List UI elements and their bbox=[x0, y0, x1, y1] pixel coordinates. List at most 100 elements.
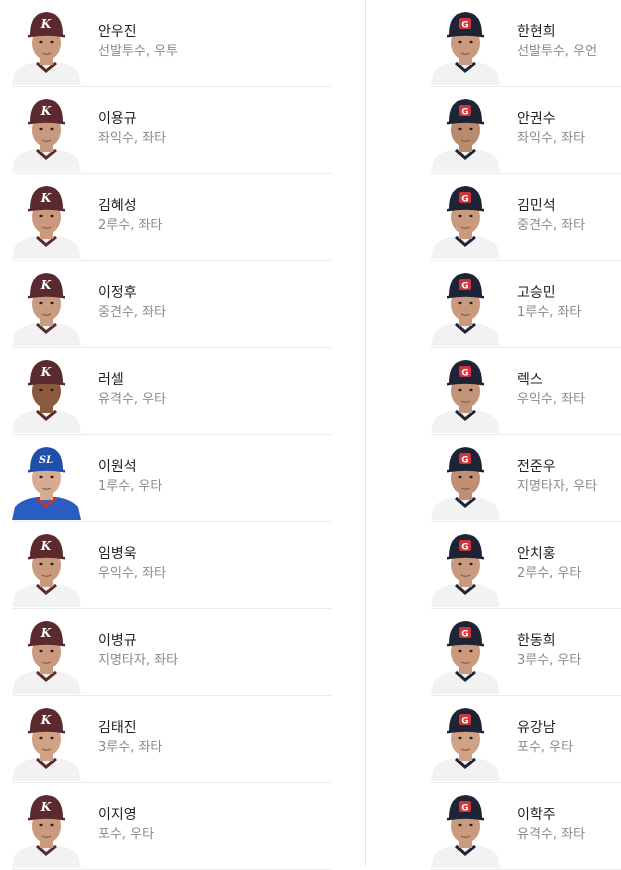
player-row[interactable]: K 러셀유격수, 우타 bbox=[12, 348, 332, 435]
svg-text:K: K bbox=[40, 365, 52, 379]
player-row[interactable]: K 이지영포수, 우타 bbox=[12, 783, 332, 870]
player-position: 지명타자, 우타 bbox=[517, 479, 598, 494]
player-row[interactable]: G 고승민 1루수, 좌타 bbox=[431, 261, 621, 348]
player-position: 선발투수, 우투 bbox=[98, 44, 179, 59]
player-name[interactable]: 이용규 bbox=[98, 111, 166, 128]
player-photo[interactable]: G bbox=[431, 95, 500, 172]
player-position: 1루수, 우타 bbox=[98, 479, 163, 494]
player-row[interactable]: K 이병규지명타자, 좌타 bbox=[12, 609, 332, 696]
player-row[interactable]: K 임병욱우익수, 좌타 bbox=[12, 522, 332, 609]
player-name[interactable]: 렉스 bbox=[517, 372, 585, 389]
player-name[interactable]: 이학주 bbox=[517, 807, 585, 824]
player-row[interactable]: G 한현희선발투수, 우언 bbox=[431, 0, 621, 87]
player-position: 포수, 우타 bbox=[98, 827, 155, 842]
player-photo[interactable]: G bbox=[431, 530, 500, 607]
player-name[interactable]: 이지영 bbox=[98, 807, 154, 824]
player-row[interactable]: G 렉스우익수, 좌타 bbox=[431, 348, 621, 435]
svg-text:G: G bbox=[461, 108, 468, 118]
player-position: 3루수, 좌타 bbox=[98, 740, 163, 755]
player-photo[interactable]: G bbox=[431, 182, 500, 259]
player-position: 2루수, 우타 bbox=[517, 566, 582, 581]
player-name[interactable]: 한동희 bbox=[517, 633, 581, 650]
player-photo[interactable]: K bbox=[12, 791, 81, 868]
player-position: 지명타자, 좌타 bbox=[98, 653, 179, 668]
player-position: 우익수, 좌타 bbox=[517, 392, 586, 407]
player-photo[interactable]: G bbox=[431, 617, 500, 694]
player-photo[interactable]: SL bbox=[12, 443, 81, 520]
player-name[interactable]: 유강남 bbox=[517, 720, 573, 737]
player-row[interactable]: K 김혜성 2루수, 좌타 bbox=[12, 174, 332, 261]
player-row[interactable]: G 김민석중견수, 좌타 bbox=[431, 174, 621, 261]
player-photo[interactable]: G bbox=[431, 791, 500, 868]
player-position: 유격수, 우타 bbox=[98, 392, 167, 407]
player-photo[interactable]: K bbox=[12, 269, 81, 346]
svg-text:G: G bbox=[461, 195, 468, 205]
svg-text:G: G bbox=[461, 369, 468, 379]
column-divider bbox=[365, 0, 366, 866]
player-name[interactable]: 안우진 bbox=[98, 24, 178, 41]
svg-text:K: K bbox=[40, 191, 52, 205]
player-name[interactable]: 이병규 bbox=[98, 633, 178, 650]
player-photo[interactable]: K bbox=[12, 8, 81, 85]
player-photo[interactable]: G bbox=[431, 704, 500, 781]
player-row[interactable]: G 한동희 3루수, 우타 bbox=[431, 609, 621, 696]
svg-text:K: K bbox=[40, 17, 52, 31]
player-photo[interactable]: K bbox=[12, 704, 81, 781]
player-position: 좌익수, 좌타 bbox=[517, 131, 586, 146]
player-row[interactable]: K 김태진 3루수, 좌타 bbox=[12, 696, 332, 783]
player-position: 1루수, 좌타 bbox=[517, 305, 582, 320]
svg-text:G: G bbox=[461, 282, 468, 292]
player-row[interactable]: G 이학주유격수, 좌타 bbox=[431, 783, 621, 870]
svg-text:K: K bbox=[40, 800, 52, 814]
player-photo[interactable]: K bbox=[12, 182, 81, 259]
player-name[interactable]: 한현희 bbox=[517, 24, 597, 41]
player-row[interactable]: K 이정후중견수, 좌타 bbox=[12, 261, 332, 348]
player-position: 우익수, 좌타 bbox=[98, 566, 167, 581]
player-row[interactable]: K 안우진선발투수, 우투 bbox=[12, 0, 332, 87]
player-name[interactable]: 러셀 bbox=[98, 372, 166, 389]
player-name[interactable]: 안권수 bbox=[517, 111, 585, 128]
away-lineup-list: G 한현희선발투수, 우언 G 안권수좌익수, 좌타 G 김민석중견수, 좌타 G 고승… bbox=[431, 0, 621, 870]
player-photo[interactable]: G bbox=[431, 8, 500, 85]
player-name[interactable]: 김혜성 bbox=[98, 198, 162, 215]
player-position: 유격수, 좌타 bbox=[517, 827, 586, 842]
player-row[interactable]: G 안치홍 2루수, 우타 bbox=[431, 522, 621, 609]
player-row[interactable]: G 전준우지명타자, 우타 bbox=[431, 435, 621, 522]
player-position: 2루수, 좌타 bbox=[98, 218, 163, 233]
svg-text:G: G bbox=[461, 456, 468, 466]
player-position: 선발투수, 우언 bbox=[517, 44, 598, 59]
player-name[interactable]: 고승민 bbox=[517, 285, 581, 302]
player-position: 3루수, 우타 bbox=[517, 653, 582, 668]
player-name[interactable]: 임병욱 bbox=[98, 546, 166, 563]
home-lineup-list: K 안우진 선발투수, 우투 K 이용규 좌익수, 좌타 K 김혜성 2루수, 좌타 K 이정… bbox=[12, 0, 332, 870]
player-photo[interactable]: G bbox=[431, 356, 500, 433]
player-name[interactable]: 안치홍 bbox=[517, 546, 581, 563]
player-row[interactable]: G 안권수좌익수, 좌타 bbox=[431, 87, 621, 174]
svg-text:G: G bbox=[461, 21, 468, 31]
svg-text:K: K bbox=[40, 539, 52, 553]
player-row[interactable]: K 이용규 좌익수, 좌타 bbox=[12, 87, 332, 174]
player-position: 중견수, 좌타 bbox=[98, 305, 167, 320]
svg-text:G: G bbox=[461, 630, 468, 640]
svg-text:K: K bbox=[40, 278, 52, 292]
player-photo[interactable]: K bbox=[12, 617, 81, 694]
player-name[interactable]: 이원석 bbox=[98, 459, 162, 476]
player-photo[interactable]: K bbox=[12, 356, 81, 433]
player-row[interactable]: SL 이원석 1루수, 우타 bbox=[12, 435, 332, 522]
player-name[interactable]: 이정후 bbox=[98, 285, 166, 302]
svg-text:G: G bbox=[461, 804, 468, 814]
svg-text:G: G bbox=[461, 543, 468, 553]
player-photo[interactable]: G bbox=[431, 269, 500, 346]
player-position: 중견수, 좌타 bbox=[517, 218, 586, 233]
player-name[interactable]: 전준우 bbox=[517, 459, 597, 476]
player-row[interactable]: G 유강남포수, 우타 bbox=[431, 696, 621, 783]
player-position: 포수, 우타 bbox=[517, 740, 574, 755]
svg-text:K: K bbox=[40, 713, 52, 727]
player-name[interactable]: 김민석 bbox=[517, 198, 585, 215]
svg-text:K: K bbox=[40, 104, 52, 118]
player-photo[interactable]: K bbox=[12, 95, 81, 172]
player-photo[interactable]: K bbox=[12, 530, 81, 607]
player-photo[interactable]: G bbox=[431, 443, 500, 520]
player-name[interactable]: 김태진 bbox=[98, 720, 162, 737]
svg-text:K: K bbox=[40, 626, 52, 640]
